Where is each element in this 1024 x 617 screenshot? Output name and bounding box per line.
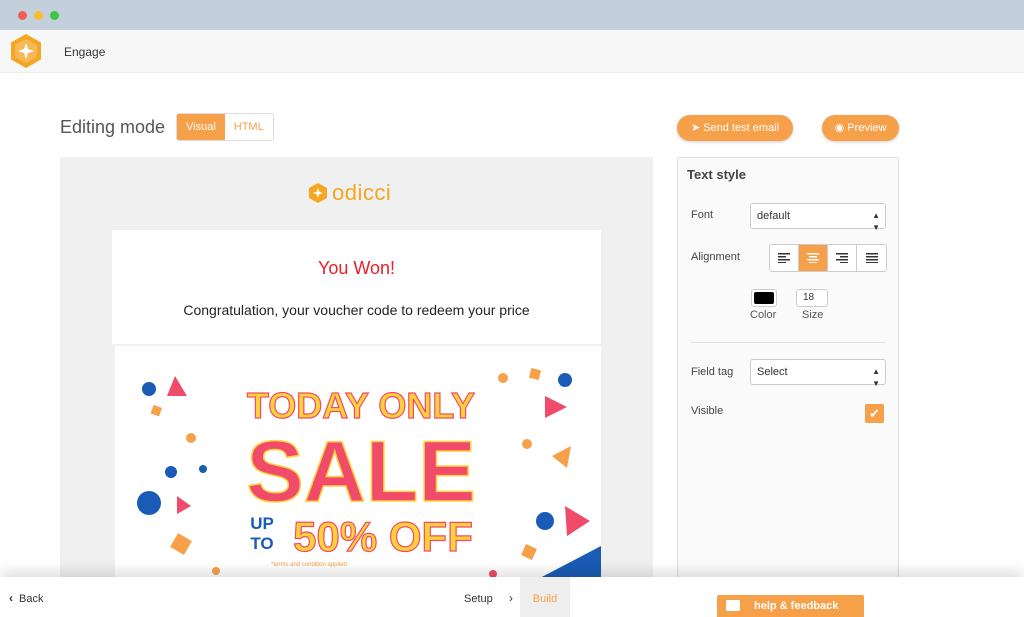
send-test-email-label: Send test email — [703, 122, 780, 134]
help-feedback-label: help & feedback — [754, 600, 839, 612]
sale-banner-image[interactable]: TODAY ONLY SALE UP TO 50% OFF *terms and… — [115, 346, 601, 587]
align-center-button[interactable] — [799, 245, 828, 271]
field-tag-select[interactable]: Select ▲ ▼ — [750, 359, 886, 388]
envelope-icon — [726, 600, 740, 611]
font-select-value: default — [757, 210, 791, 222]
color-label: Color — [750, 309, 777, 321]
back-button[interactable]: ‹ Back — [9, 591, 43, 605]
color-swatch — [754, 292, 774, 304]
field-tag-select-value: Select — [757, 366, 788, 378]
banner-discount: 50% OFF — [293, 513, 473, 560]
email-canvas[interactable]: odicci You Won! Congratulation, your vou… — [60, 157, 653, 587]
text-style-panel: Text style Font default ▲ ▼ Alignment 18 … — [677, 157, 899, 587]
preview-button[interactable]: ◉ Preview — [822, 115, 899, 141]
email-brand-logo[interactable]: odicci — [308, 180, 392, 205]
window-titlebar — [0, 0, 1024, 30]
maximize-window-button[interactable] — [50, 11, 59, 20]
step-setup[interactable]: Setup — [464, 593, 493, 605]
preview-label: Preview — [847, 122, 887, 134]
alignment-buttons — [769, 244, 887, 272]
banner-upto-line2: TO — [250, 534, 273, 553]
panel-title: Text style — [687, 167, 747, 182]
step-build[interactable]: Build — [520, 577, 570, 617]
align-right-icon — [836, 253, 848, 263]
alignment-label: Alignment — [691, 251, 740, 263]
editing-mode-toggle: Visual HTML — [176, 113, 274, 141]
app-header: Engage — [0, 30, 1024, 73]
font-select[interactable]: default ▲ ▼ — [750, 203, 886, 232]
visible-label: Visible — [691, 405, 724, 417]
app-name: Engage — [64, 45, 106, 59]
chevron-right-icon: › — [509, 591, 513, 605]
banner-line2: SALE — [246, 424, 475, 520]
back-label: Back — [19, 593, 44, 605]
field-tag-label: Field tag — [691, 366, 734, 378]
minimize-window-button[interactable] — [34, 11, 43, 20]
select-arrows-icon: ▲ ▼ — [872, 367, 880, 388]
font-label: Font — [691, 209, 714, 221]
app-logo-icon[interactable] — [8, 33, 44, 69]
align-justify-icon — [865, 253, 878, 263]
email-text-block[interactable]: You Won! Congratulation, your voucher co… — [112, 230, 601, 344]
align-left-icon — [778, 253, 790, 263]
select-arrows-icon: ▲ ▼ — [872, 211, 880, 232]
brand-name: odicci — [332, 180, 392, 205]
color-picker[interactable] — [751, 289, 777, 307]
banner-fineprint: *terms and condition applied — [271, 562, 347, 568]
banner-line1: TODAY ONLY — [247, 385, 475, 426]
sale-banner-text: TODAY ONLY SALE UP TO 50% OFF *terms and… — [246, 384, 477, 568]
size-label: Size — [802, 309, 824, 321]
help-feedback-button[interactable]: help & feedback — [717, 595, 864, 617]
align-center-icon — [807, 253, 819, 263]
close-window-button[interactable] — [18, 11, 27, 20]
checkmark-icon: ✔ — [869, 406, 880, 421]
visual-mode-button[interactable]: Visual — [177, 114, 225, 140]
align-left-button[interactable] — [770, 245, 799, 271]
editing-mode-label: Editing mode — [60, 117, 166, 137]
eye-icon: ◉ — [834, 122, 845, 134]
chevron-left-icon: ‹ — [9, 591, 13, 605]
paper-plane-icon: ➤ — [690, 122, 701, 134]
size-input[interactable]: 18 — [796, 289, 828, 307]
email-headline[interactable]: You Won! — [112, 258, 601, 279]
send-test-email-button[interactable]: ➤ Send test email — [677, 115, 793, 141]
html-mode-button[interactable]: HTML — [224, 114, 273, 140]
banner-upto-line1: UP — [250, 514, 274, 533]
footer-bar: ‹ Back Setup › Build help & feedback — [0, 577, 1024, 617]
panel-divider — [691, 342, 886, 343]
align-right-button[interactable] — [828, 245, 857, 271]
visible-checkbox[interactable]: ✔ — [865, 404, 884, 423]
email-message[interactable]: Congratulation, your voucher code to red… — [112, 302, 601, 318]
brand-hexagon-icon — [309, 183, 327, 203]
align-justify-button[interactable] — [857, 245, 886, 271]
